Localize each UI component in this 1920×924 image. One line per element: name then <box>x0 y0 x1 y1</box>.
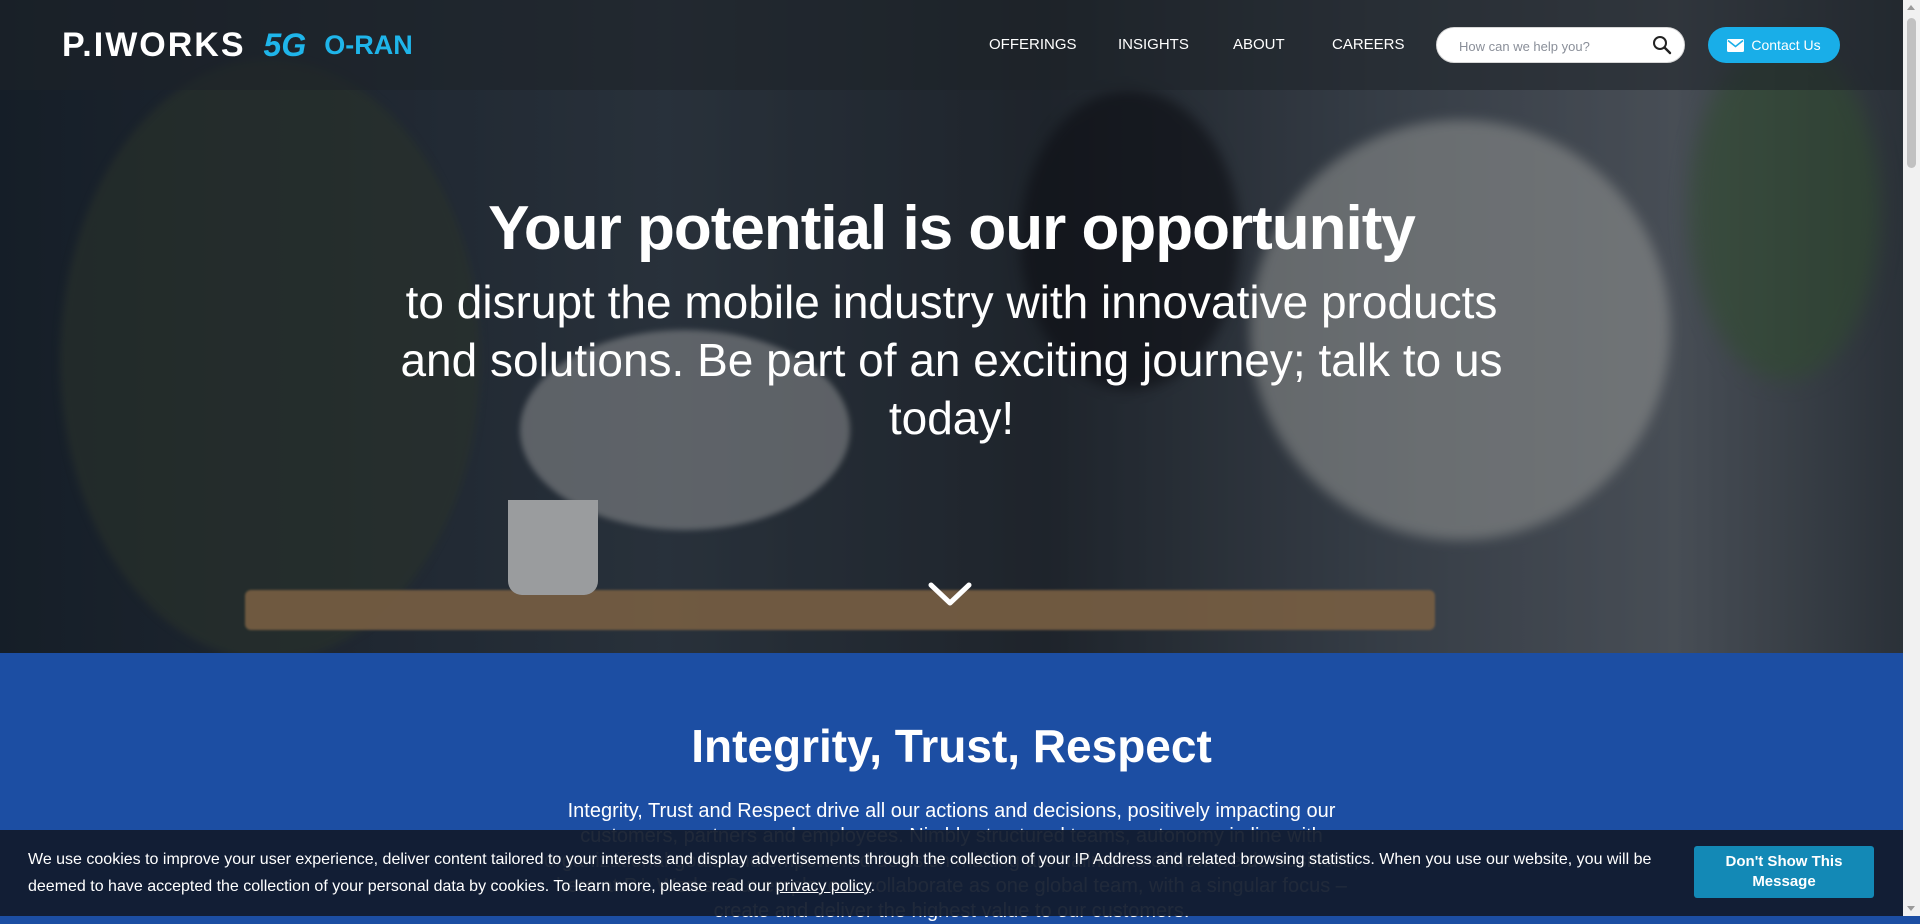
scrollbar-thumb[interactable] <box>1907 18 1916 168</box>
nav-careers[interactable]: CAREERS <box>1332 36 1405 53</box>
contact-us-button[interactable]: Contact Us <box>1708 27 1840 63</box>
dont-show-button[interactable]: Don't Show This Message <box>1694 846 1874 898</box>
logo-5g-badge: 5G <box>263 27 307 63</box>
site-header: P.IWORKS 5G O-RAN OFFERINGS INSIGHTS ABO… <box>0 0 1903 90</box>
hero-title: Your potential is our opportunity <box>488 194 1416 263</box>
hero-subtitle: to disrupt the mobile industry with inno… <box>400 276 1503 444</box>
mail-icon <box>1727 38 1745 52</box>
chevron-down-icon[interactable] <box>928 582 972 608</box>
nav-offerings[interactable]: OFFERINGS <box>989 36 1077 53</box>
contact-us-label: Contact Us <box>1751 37 1821 53</box>
scroll-down-arrow-icon[interactable] <box>1907 906 1915 911</box>
search-input[interactable] <box>1457 35 1651 57</box>
logo-brand: P.IWORKS <box>62 26 246 64</box>
scroll-up-arrow-icon[interactable] <box>1907 5 1915 10</box>
cookie-banner: We use cookies to improve your user expe… <box>0 830 1903 916</box>
cookie-text-end: . <box>870 878 876 895</box>
page-scrollbar[interactable] <box>1903 0 1920 916</box>
nav-insights[interactable]: INSIGHTS <box>1118 36 1189 53</box>
privacy-policy-link[interactable]: privacy policy <box>776 878 871 895</box>
search-box <box>1436 27 1685 63</box>
search-icon[interactable] <box>1652 35 1672 55</box>
nav-about[interactable]: ABOUT <box>1233 36 1285 53</box>
hero-section: P.IWORKS 5G O-RAN OFFERINGS INSIGHTS ABO… <box>0 0 1903 653</box>
cookie-message: We use cookies to improve your user expe… <box>28 846 1668 900</box>
site-logo[interactable]: P.IWORKS 5G O-RAN <box>62 26 413 65</box>
logo-oran-badge: O-RAN <box>324 30 413 60</box>
values-heading: Integrity, Trust, Respect <box>691 720 1212 772</box>
dont-show-label: Don't Show This Message <box>1725 853 1843 890</box>
